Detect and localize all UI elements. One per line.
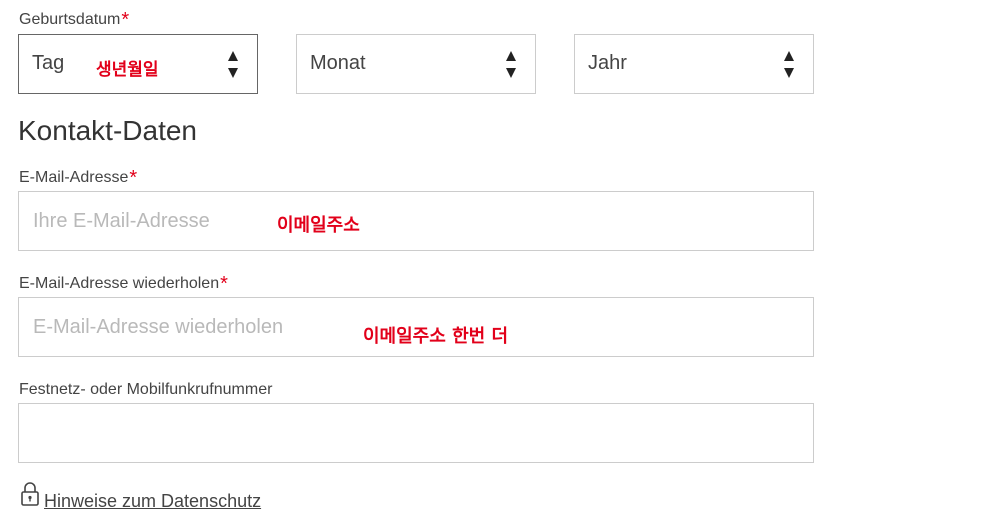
day-annotation: 생년월일: [96, 60, 159, 80]
email-annotation: 이메일주소: [277, 215, 360, 236]
email-repeat-annotation: 이메일주소 한번 더: [363, 326, 509, 347]
lock-icon: [20, 481, 40, 512]
required-asterisk: *: [121, 9, 130, 31]
email-repeat-label-text: E-Mail-Adresse wiederholen: [19, 275, 220, 292]
email-placeholder: Ihre E-Mail-Adresse: [33, 210, 210, 232]
select-arrows-icon: [783, 50, 795, 80]
select-arrows-icon: [505, 50, 517, 80]
email-repeat-placeholder: E-Mail-Adresse wiederholen: [33, 316, 284, 338]
email-field[interactable]: Ihre E-Mail-Adresse 이메일주소: [18, 191, 814, 251]
privacy-link[interactable]: Hinweise zum Datenschutz: [44, 491, 261, 512]
email-repeat-label: E-Mail-Adresse wiederholen*: [19, 273, 228, 295]
required-asterisk: *: [220, 273, 228, 295]
contact-heading: Kontakt-Daten: [18, 115, 197, 146]
phone-label: Festnetz- oder Mobilfunkrufnummer: [19, 381, 273, 398]
email-repeat-field[interactable]: E-Mail-Adresse wiederholen 이메일주소 한번 더: [18, 297, 814, 357]
email-label: E-Mail-Adresse*: [19, 167, 138, 189]
phone-field[interactable]: [18, 403, 814, 463]
day-select[interactable]: Tag 생년월일: [18, 34, 258, 94]
year-select-value: Jahr: [588, 52, 627, 74]
required-asterisk: *: [129, 167, 138, 189]
email-label-text: E-Mail-Adresse: [19, 169, 129, 186]
month-select[interactable]: Monat: [296, 34, 536, 94]
birthdate-label: Geburtsdatum*: [19, 9, 130, 31]
select-arrows-icon: [227, 50, 239, 80]
month-select-value: Monat: [310, 52, 366, 74]
year-select[interactable]: Jahr: [574, 34, 814, 94]
day-select-value: Tag: [32, 52, 65, 74]
privacy-row: Hinweise zum Datenschutz: [20, 482, 261, 512]
birthdate-label-text: Geburtsdatum: [19, 11, 121, 28]
